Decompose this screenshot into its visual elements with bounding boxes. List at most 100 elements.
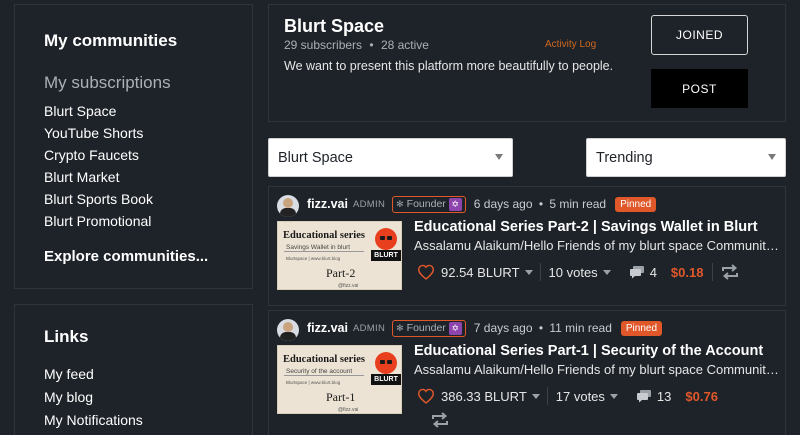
- meta-separator: •: [538, 197, 544, 211]
- blurt-logo-icon: BLURT: [371, 352, 401, 390]
- reblog-icon[interactable]: [429, 411, 451, 429]
- post-age: 7 days ago: [473, 321, 533, 335]
- thumbnail-divider: [284, 375, 364, 376]
- links-list: My feed My blog My Notifications: [44, 363, 143, 432]
- community-description: We want to present this platform more be…: [284, 59, 614, 73]
- author-link[interactable]: fizz.vai: [307, 197, 348, 211]
- post-excerpt[interactable]: Assalamu Alaikum/Hello Friends of my blu…: [414, 238, 779, 253]
- post-excerpt[interactable]: Assalamu Alaikum/Hello Friends of my blu…: [414, 362, 779, 377]
- link-my-feed[interactable]: My feed: [44, 363, 143, 386]
- thumbnail-small: Blurtspace | www.blurt.blog: [286, 380, 341, 385]
- chevron-down-icon: [495, 154, 503, 160]
- meta-separator: •: [538, 321, 544, 335]
- joined-button[interactable]: JOINED: [651, 15, 748, 55]
- reblog-icon[interactable]: [719, 263, 741, 281]
- star-icon: ✻: [396, 322, 404, 333]
- thumbnail-handle: @fizz.vai: [338, 407, 359, 413]
- pinned-badge: Pinned: [615, 196, 657, 212]
- thumbnail-part: Part-1: [326, 390, 356, 404]
- subscription-link[interactable]: Blurt Promotional: [44, 210, 153, 232]
- founder-label: Founder: [406, 198, 446, 210]
- comment-icon: [629, 266, 644, 279]
- heart-icon[interactable]: [417, 263, 435, 281]
- subscriptions-title: My subscriptions: [44, 73, 171, 92]
- founder-label: Founder: [406, 322, 446, 334]
- post-actions: 92.54 BLURT 10 votes 4 $0.18: [417, 261, 741, 283]
- reblog-button[interactable]: [429, 411, 451, 429]
- heart-icon[interactable]: [417, 387, 435, 405]
- post-meta: fizz.vai ADMIN ✻ Founder ✡ 6 days ago • …: [307, 195, 657, 213]
- role-label: ADMIN: [353, 198, 386, 210]
- divider: [546, 387, 548, 405]
- subscription-link[interactable]: Blurt Space: [44, 100, 153, 122]
- active-count: 28 active: [380, 38, 429, 52]
- post-title[interactable]: Educational Series Part-2 | Savings Wall…: [414, 219, 758, 235]
- community-header: Blurt Space 29 subscribers • 28 active A…: [268, 4, 786, 122]
- subscription-link[interactable]: YouTube Shorts: [44, 122, 153, 144]
- payout-amount[interactable]: 92.54 BLURT: [441, 265, 520, 280]
- divider: [539, 263, 541, 281]
- post-time[interactable]: 7 days ago • 11 min read: [474, 321, 612, 335]
- thumbnail-small: Blurtspace | www.blurt.blog: [286, 256, 341, 261]
- post-title[interactable]: Educational Series Part-1 | Security of …: [414, 343, 763, 359]
- founder-emblem-icon: ✡: [448, 197, 462, 211]
- chevron-down-icon: [768, 154, 776, 160]
- community-stats: 29 subscribers • 28 active: [284, 38, 429, 52]
- links-panel: Links My feed My blog My Notifications: [14, 304, 253, 435]
- link-my-blog[interactable]: My blog: [44, 386, 143, 409]
- subscription-link[interactable]: Crypto Faucets: [44, 144, 153, 166]
- subscription-link[interactable]: Blurt Market: [44, 166, 153, 188]
- communities-panel: My communities My subscriptions Blurt Sp…: [14, 4, 253, 289]
- comments-count: 4: [649, 264, 657, 280]
- sort-select[interactable]: Trending: [586, 138, 786, 177]
- communities-title: My communities: [44, 31, 178, 50]
- explore-communities-link[interactable]: Explore communities...: [44, 248, 208, 265]
- author-link[interactable]: fizz.vai: [307, 321, 348, 335]
- thumbnail-part: Part-2: [326, 266, 356, 280]
- community-name: Blurt Space: [284, 16, 385, 36]
- divider: [712, 263, 714, 281]
- community-select[interactable]: Blurt Space: [268, 138, 513, 177]
- avatar[interactable]: [277, 195, 299, 217]
- chevron-down-icon[interactable]: [531, 393, 540, 399]
- thumbnail-title: Educational series: [283, 230, 365, 241]
- subscriber-count: 29 subscribers: [284, 38, 363, 52]
- chevron-down-icon[interactable]: [609, 393, 618, 399]
- payout-amount[interactable]: 386.33 BLURT: [441, 389, 527, 404]
- chevron-down-icon[interactable]: [602, 269, 611, 275]
- post-thumbnail[interactable]: Educational series Security of the accou…: [277, 345, 402, 414]
- avatar[interactable]: [277, 319, 299, 341]
- link-my-notifications[interactable]: My Notifications: [44, 409, 143, 432]
- chevron-down-icon[interactable]: [524, 269, 533, 275]
- post-card: fizz.vai ADMIN ✻ Founder ✡ 7 days ago • …: [268, 310, 786, 435]
- pinned-badge: Pinned: [620, 320, 663, 336]
- community-select-value: Blurt Space: [278, 149, 353, 166]
- founder-badge: ✻ Founder ✡: [392, 195, 466, 213]
- activity-log-link[interactable]: Activity Log: [545, 39, 596, 50]
- founder-badge: ✻ Founder ✡: [392, 319, 466, 337]
- votes-count[interactable]: 17 votes: [556, 389, 605, 404]
- thumbnail-divider: [284, 251, 364, 252]
- role-label: ADMIN: [353, 322, 386, 334]
- post-value: $0.18: [670, 264, 704, 280]
- founder-emblem-icon: ✡: [448, 321, 462, 335]
- thumbnail-subtitle: Security of the account: [286, 368, 353, 375]
- comments-link[interactable]: 4: [629, 265, 657, 280]
- post-value: $0.76: [685, 388, 718, 404]
- subscription-link[interactable]: Blurt Sports Book: [44, 188, 153, 210]
- subscriptions-list: Blurt Space YouTube Shorts Crypto Faucet…: [44, 100, 153, 232]
- thumbnail-handle: @fizz.vai: [338, 283, 359, 289]
- thumbnail-subtitle: Savings Wallet in blurt: [286, 244, 351, 251]
- sort-select-value: Trending: [596, 149, 653, 166]
- thumbnail-title: Educational series: [283, 354, 365, 365]
- post-button[interactable]: POST: [651, 69, 748, 108]
- post-actions: 386.33 BLURT 17 votes 13 $0.76: [417, 385, 718, 407]
- comments-count: 13: [656, 388, 672, 404]
- comments-link[interactable]: 13: [636, 389, 671, 404]
- post-age: 6 days ago: [473, 197, 533, 211]
- read-time: 11 min read: [549, 321, 612, 335]
- votes-count[interactable]: 10 votes: [549, 265, 598, 280]
- comment-icon: [636, 390, 651, 403]
- post-time[interactable]: 6 days ago • 5 min read: [474, 197, 606, 211]
- post-thumbnail[interactable]: Educational series Savings Wallet in blu…: [277, 221, 402, 290]
